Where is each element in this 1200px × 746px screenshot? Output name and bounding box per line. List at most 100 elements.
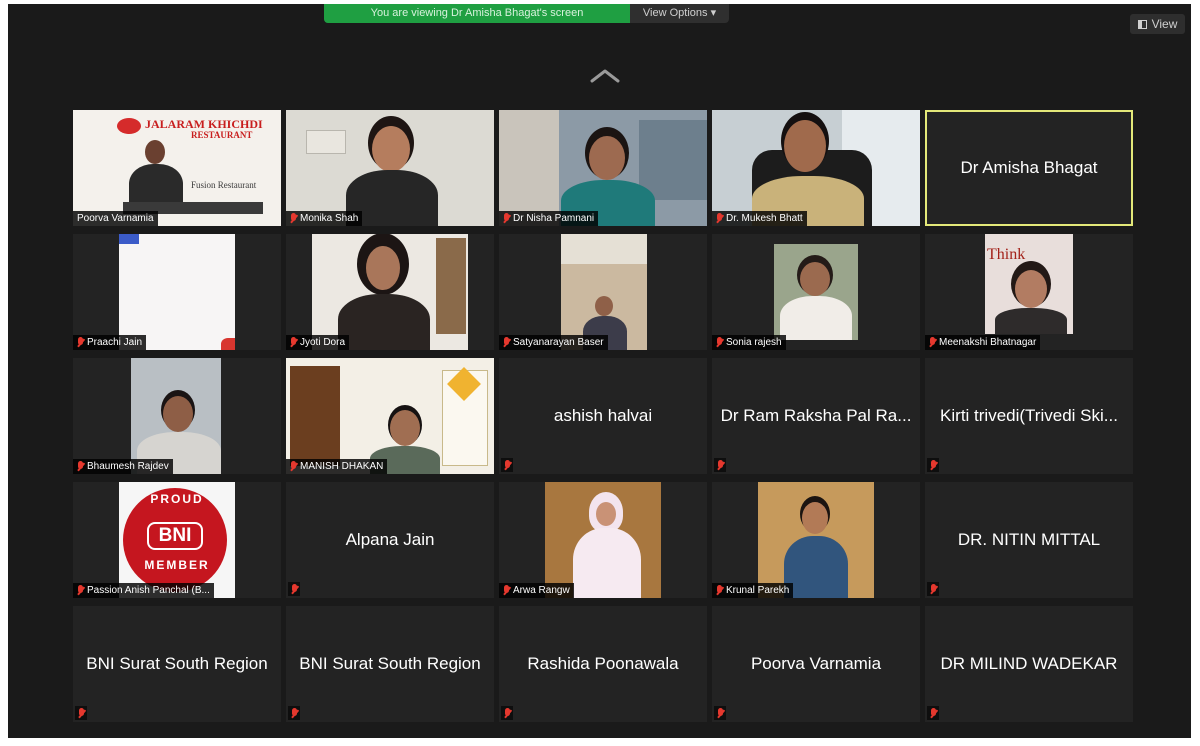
muted-mic-icon [930, 459, 937, 471]
participant-tile[interactable]: Krunal Parekh [712, 482, 920, 598]
name-label: Monika Shah [300, 213, 359, 224]
participant-tile[interactable]: Sonia rajesh [712, 234, 920, 350]
slide-subtitle: RESTAURANT [191, 130, 253, 140]
badge-bottom-text: MEMBER [144, 558, 210, 572]
participant-name: Alpana Jain [345, 530, 435, 549]
participant-tile[interactable]: Satyanarayan Baser [499, 234, 707, 350]
participant-name-tag: Passion Anish Panchal (B... [73, 583, 214, 598]
badge-top-text: PROUD [150, 492, 204, 506]
view-button[interactable]: View [1130, 14, 1185, 34]
participant-tile[interactable]: Rashida Poonawala [499, 606, 707, 722]
participant-tile[interactable]: Alpana Jain [286, 482, 494, 598]
view-button-label: View [1151, 17, 1178, 31]
participant-name: Dr Ram Raksha Pal Ra... [720, 406, 912, 425]
restaurant-logo-icon [117, 118, 141, 134]
muted-mic-icon [930, 583, 937, 595]
background-poster [290, 366, 340, 466]
mic-status [927, 706, 939, 720]
name-label: Dr. Mukesh Bhatt [726, 213, 803, 224]
participant-name: ashish halvai [553, 406, 653, 425]
participant-tile[interactable]: DR. NITIN MITTAL [925, 482, 1133, 598]
participant-tile[interactable]: BNI Surat South Region [286, 606, 494, 722]
name-label: Poorva Varnamia [77, 213, 154, 224]
name-label: Passion Anish Panchal (B... [87, 585, 210, 596]
name-label: Praachi Jain [87, 337, 143, 348]
participant-name: Rashida Poonawala [527, 654, 679, 673]
muted-mic-icon [716, 213, 723, 224]
participant-tile[interactable]: Jyoti Dora [286, 234, 494, 350]
muted-mic-icon [504, 707, 511, 719]
participant-tile[interactable]: Poorva Varnamia [712, 606, 920, 722]
muted-mic-icon [290, 213, 297, 224]
bookshelf [436, 238, 466, 334]
participant-tile[interactable]: Arwa Rangw [499, 482, 707, 598]
mic-status [288, 582, 300, 596]
muted-mic-icon [77, 337, 84, 348]
muted-mic-icon [503, 585, 510, 596]
participant-tile[interactable]: JALARAM KHICHDI RESTAURANT Fusion Restau… [73, 110, 281, 226]
participant-tile[interactable]: Bhaumesh Rajdev [73, 358, 281, 474]
participant-tile[interactable]: PROUD BNI MEMBER Passion Anish Panchal (… [73, 482, 281, 598]
participant-name-tag: Meenakshi Bhatnagar [925, 335, 1041, 350]
muted-mic-icon [929, 337, 936, 348]
chevron-up-icon [590, 69, 620, 83]
video-accent [119, 234, 139, 244]
name-label: Bhaumesh Rajdev [87, 461, 169, 472]
muted-mic-icon [290, 337, 297, 348]
muted-mic-icon [504, 459, 511, 471]
participant-tile-active-speaker[interactable]: Dr Amisha Bhagat [925, 110, 1133, 226]
name-label: MANISH DHAKAN [300, 461, 384, 472]
muted-mic-icon [717, 707, 724, 719]
muted-mic-icon [291, 707, 298, 719]
participant-tile[interactable]: Dr. Mukesh Bhatt [712, 110, 920, 226]
participant-name: Poorva Varnamia [750, 654, 882, 673]
participant-tile[interactable]: Kirti trivedi(Trivedi Ski... [925, 358, 1133, 474]
participant-name: Kirti trivedi(Trivedi Ski... [940, 406, 1118, 425]
participant-tile[interactable]: ashish halvai [499, 358, 707, 474]
name-label: Meenakshi Bhatnagar [939, 337, 1037, 348]
slide-text: Fusion Restaurant [191, 180, 257, 190]
participant-name-tag: Krunal Parekh [712, 583, 794, 598]
participant-name-tag: MANISH DHAKAN [286, 459, 388, 474]
participant-video [119, 234, 235, 350]
mic-status [927, 458, 939, 472]
participant-name-tag: Dr Nisha Pamnani [499, 211, 599, 226]
name-label: Satyanarayan Baser [513, 337, 604, 348]
view-options-button[interactable]: View Options ▾ [630, 4, 729, 23]
participant-tile[interactable]: Praachi Jain [73, 234, 281, 350]
name-label: Jyoti Dora [300, 337, 346, 348]
name-label: Arwa Rangw [513, 585, 570, 596]
name-label: Krunal Parekh [726, 585, 790, 596]
participant-tile[interactable]: MANISH DHAKAN [286, 358, 494, 474]
muted-mic-icon [291, 583, 298, 595]
participant-tile[interactable]: DR MILIND WADEKAR [925, 606, 1133, 722]
name-label: Sonia rajesh [726, 337, 782, 348]
participant-name: Dr Amisha Bhagat [960, 158, 1098, 177]
ceiling [561, 234, 647, 264]
muted-mic-icon [717, 459, 724, 471]
participant-name-tag: Satyanarayan Baser [499, 335, 608, 350]
background-wall [499, 110, 559, 226]
participant-name: DR MILIND WADEKAR [940, 654, 1118, 673]
participant-name-tag: Poorva Varnamia [73, 211, 158, 226]
participant-tile[interactable]: Think Meenakshi Bhatnagar [925, 234, 1133, 350]
participant-tile[interactable]: Monika Shah [286, 110, 494, 226]
badge-logo-text: BNI [147, 522, 203, 550]
participant-name-tag: Bhaumesh Rajdev [73, 459, 173, 474]
wall-switch [306, 130, 346, 154]
participant-name-tag: Arwa Rangw [499, 583, 574, 598]
screen-share-banner: You are viewing Dr Amisha Bhagat's scree… [324, 4, 729, 23]
muted-mic-icon [78, 707, 85, 719]
muted-mic-icon [503, 213, 510, 224]
participant-tile[interactable]: Dr Ram Raksha Pal Ra... [712, 358, 920, 474]
participant-tile[interactable]: BNI Surat South Region [73, 606, 281, 722]
participant-tile[interactable]: Dr Nisha Pamnani [499, 110, 707, 226]
mic-status [75, 706, 87, 720]
collapse-share-button[interactable] [588, 66, 622, 86]
muted-mic-icon [290, 461, 297, 472]
screen-share-status: You are viewing Dr Amisha Bhagat's scree… [324, 4, 630, 23]
participant-name-tag: Jyoti Dora [286, 335, 350, 350]
muted-mic-icon [503, 337, 510, 348]
muted-mic-icon [716, 337, 723, 348]
muted-mic-icon [77, 461, 84, 472]
